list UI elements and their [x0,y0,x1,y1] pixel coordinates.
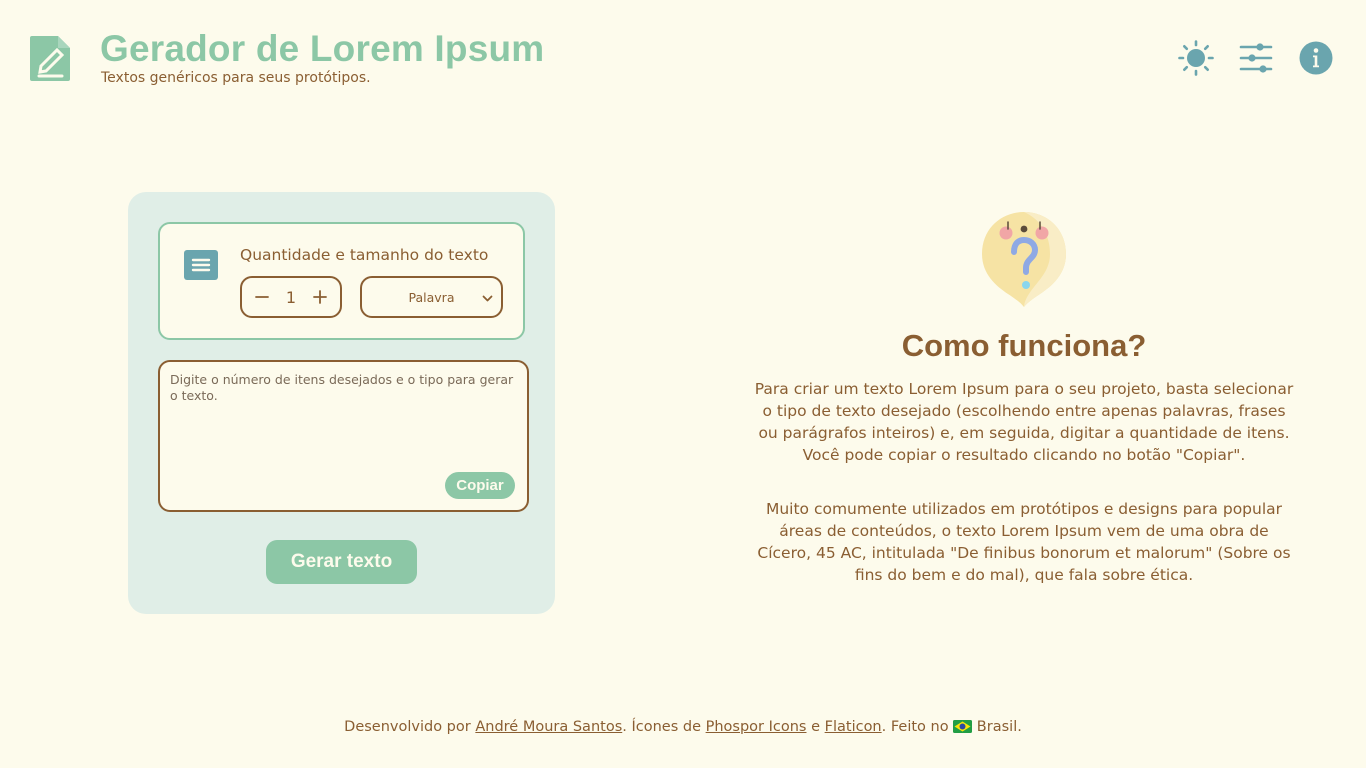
config-label: Quantidade e tamanho do texto [240,246,489,264]
how-it-works-title: Como funciona? [901,328,1147,363]
how-paragraph-1: Para criar um texto Lorem Ipsum para o s… [754,380,1294,464]
increment-button[interactable] [312,289,328,305]
size-select-value: Palavra [408,289,455,305]
footer-text: Brasil. [972,719,1022,735]
footer: Desenvolvido por André Moura Santos. Íco… [0,719,1366,735]
config-card: Quantidade e tamanho do texto 1 Palavra [158,222,525,340]
plus-icon [313,290,327,304]
chevron-down-icon [482,292,493,303]
settings-button[interactable] [1238,40,1274,76]
sliders-icon [1239,43,1273,73]
output-placeholder: Digite o número de itens desejados e o t… [170,372,514,403]
flaticon-link[interactable]: Flaticon [825,719,882,735]
copy-button[interactable]: Copiar [445,472,515,499]
info-icon [1299,41,1333,75]
size-select[interactable]: Palavra [360,276,503,318]
info-button[interactable] [1298,40,1334,76]
how-paragraph-2: Muito comumente utilizados em protótipos… [757,500,1291,584]
quantity-stepper[interactable]: 1 [240,276,342,318]
question-bubble-illustration [980,208,1068,310]
footer-text: e [806,719,825,735]
minus-icon [255,296,269,298]
theme-toggle-button[interactable] [1178,40,1214,76]
brazil-flag-icon [953,720,973,733]
text-lines-icon [184,250,218,280]
notebook-pencil-icon [28,33,72,83]
generate-button[interactable]: Gerar texto [266,540,417,584]
page-subtitle: Textos genéricos para seus protótipos. [101,70,371,86]
footer-text: . Ícones de [622,719,706,735]
footer-text: . Feito no [881,719,954,735]
page-title: Gerador de Lorem Ipsum [100,28,545,69]
author-link[interactable]: André Moura Santos [475,719,622,735]
output-textarea[interactable]: Digite o número de itens desejados e o t… [158,360,529,512]
sun-icon [1178,40,1214,76]
footer-text: Desenvolvido por [344,719,476,735]
generator-panel: Quantidade e tamanho do texto 1 Palavra [128,192,555,614]
decrement-button[interactable] [254,289,270,305]
quantity-value[interactable]: 1 [286,288,296,307]
phosphor-link[interactable]: Phospor Icons [706,719,807,735]
